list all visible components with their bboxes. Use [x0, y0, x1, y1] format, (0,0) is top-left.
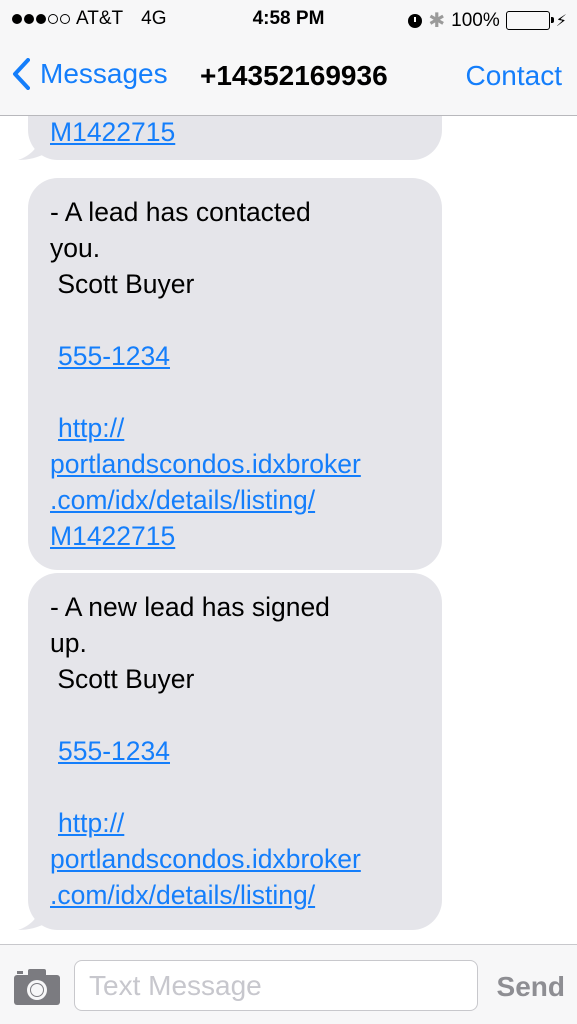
chevron-left-icon [13, 58, 30, 90]
status-bar: AT&T 4G 4:58 PM ✱ 100% ⚡ [0, 0, 577, 40]
message-link[interactable]: portlandscondos.idxbroker [50, 446, 361, 482]
message-link[interactable]: .com/idx/details/listing/ [50, 482, 315, 518]
message-bubble: - A new lead has signed up. Scott Buyer 55… [18, 573, 442, 930]
message-text: - A new lead has signed [50, 592, 330, 622]
message-link[interactable]: http:// [50, 805, 124, 841]
message-composer: Send [0, 944, 577, 1024]
message-link[interactable]: M1422715 [50, 114, 175, 150]
message-input[interactable] [74, 960, 478, 1011]
carrier-name: AT&T [76, 8, 124, 29]
message-thread[interactable]: M1422715 - A lead has contacted you. Scot… [0, 0, 577, 944]
contact-button[interactable]: Contact [466, 60, 563, 92]
back-label: Messages [40, 58, 168, 89]
battery-icon [505, 11, 554, 30]
message-bubble: - A lead has contacted you. Scott Buyer 55… [28, 178, 442, 570]
message-text: up. [50, 628, 87, 658]
message-link[interactable]: .com/idx/details/listing/ [50, 877, 315, 913]
message-link[interactable]: M1422715 [50, 518, 175, 554]
navigation-bar: Messages +14352169936 Contact [0, 40, 577, 116]
message-link[interactable]: portlandscondos.idxbroker [50, 841, 361, 877]
message-text: - A lead has contacted [50, 197, 311, 227]
network-type: 4G [141, 8, 167, 29]
message-link[interactable]: http:// [50, 410, 124, 446]
back-button[interactable]: Messages [12, 58, 168, 90]
send-button[interactable]: Send [497, 971, 565, 1003]
alarm-icon [408, 13, 423, 28]
message-link[interactable]: 555-1234 [50, 733, 170, 769]
bluetooth-icon: ✱ [428, 10, 446, 32]
bubble-tail [18, 138, 48, 160]
signal-strength-icon [12, 14, 70, 24]
camera-icon[interactable] [14, 969, 60, 1005]
conversation-title: +14352169936 [200, 60, 388, 91]
charging-bolt-icon: ⚡ [555, 12, 567, 30]
bubble-tail [18, 908, 48, 930]
battery-percent: 100% [451, 9, 500, 31]
message-text: Scott Buyer [50, 269, 195, 299]
message-text: Scott Buyer [50, 664, 195, 694]
message-link[interactable]: 555-1234 [50, 338, 170, 374]
message-text: you. [50, 233, 101, 263]
